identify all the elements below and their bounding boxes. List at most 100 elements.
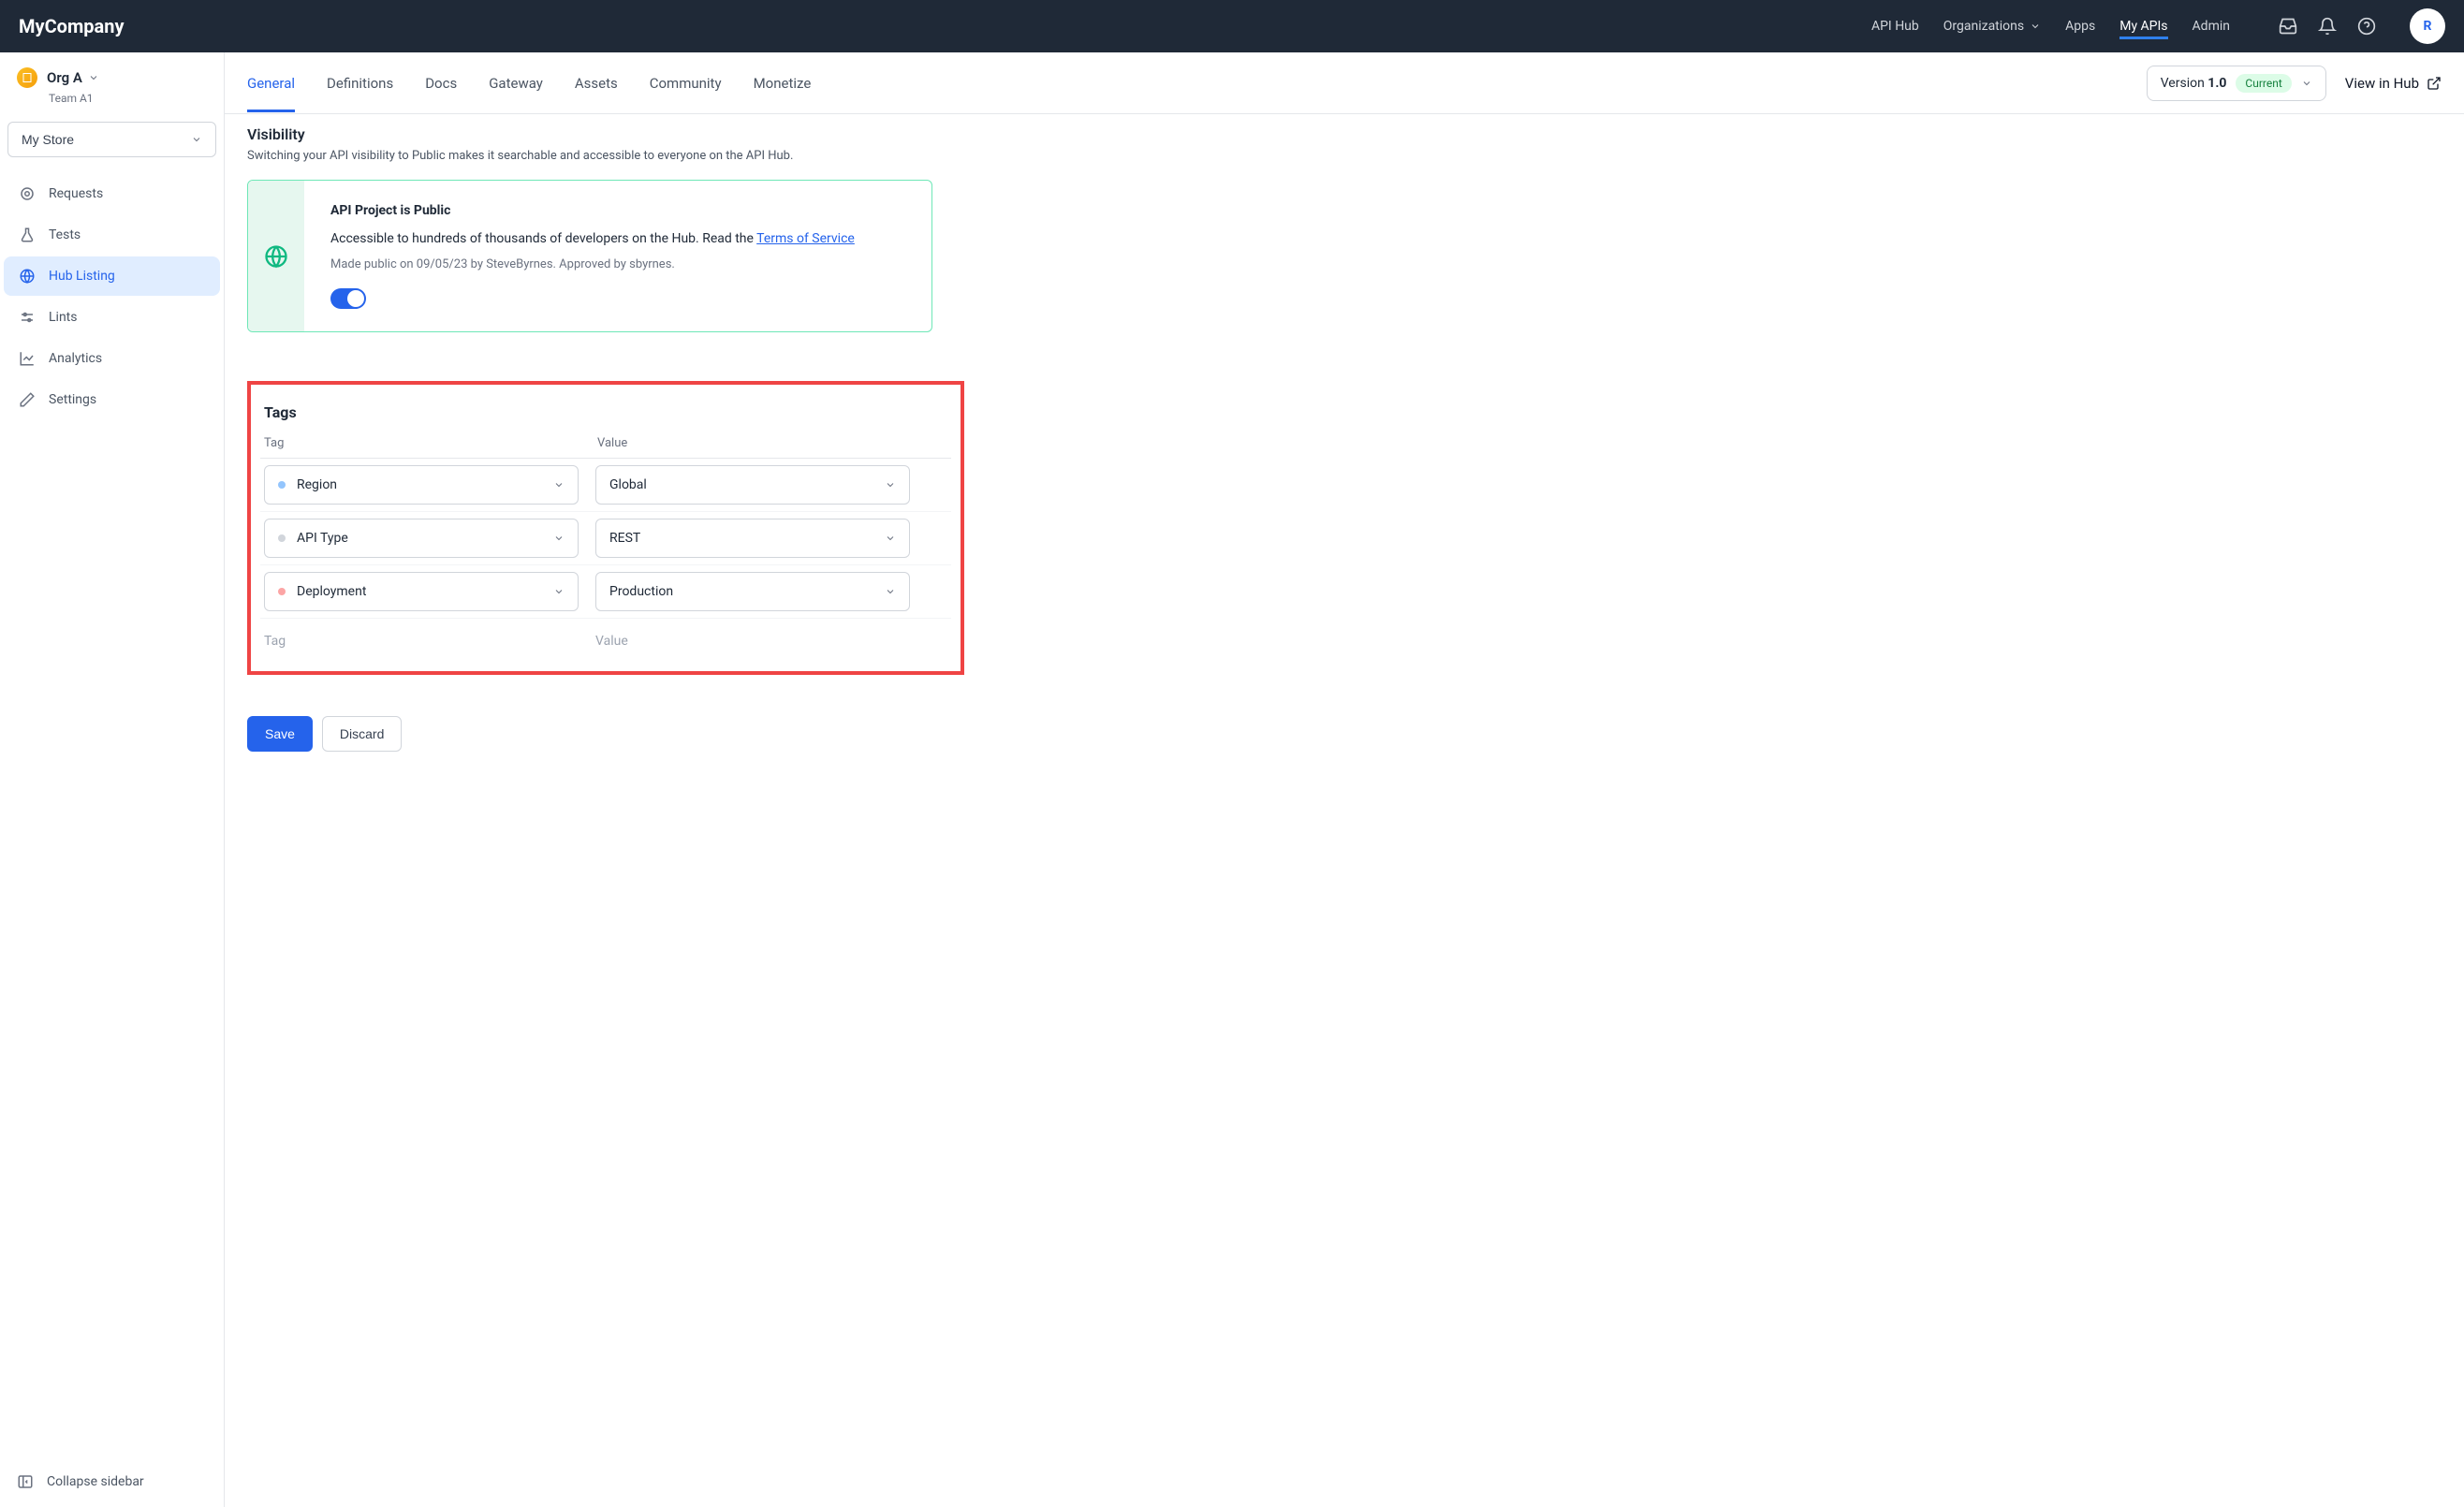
chevron-down-icon	[2030, 21, 2041, 32]
bell-icon[interactable]	[2318, 17, 2337, 36]
chevron-down-icon	[885, 586, 896, 597]
content: Visibility Switching your API visibility…	[225, 114, 2464, 697]
globe-icon	[263, 243, 289, 270]
sidebar-item-tests[interactable]: Tests	[4, 215, 220, 255]
tag-value-select[interactable]: Production	[595, 572, 910, 611]
visibility-card-title: API Project is Public	[330, 203, 855, 218]
subheader: General Definitions Docs Gateway Assets …	[225, 52, 2464, 114]
side-nav: Requests Tests Hub Listing Lints Analyti…	[0, 174, 224, 419]
version-prefix: Version	[2161, 76, 2208, 91]
store-dropdown[interactable]: My Store	[7, 122, 216, 157]
nav-my-apis[interactable]: My APIs	[2119, 13, 2167, 39]
nav-organizations[interactable]: Organizations	[1943, 13, 2041, 39]
topbar: MyCompany API Hub Organizations Apps My …	[0, 0, 2464, 52]
visibility-text-prefix: Accessible to hundreds of thousands of d…	[330, 231, 756, 246]
sidebar-item-label: Lints	[49, 310, 77, 325]
inbox-icon[interactable]	[2279, 17, 2297, 36]
store-selector: My Store	[4, 122, 220, 157]
pencil-icon	[19, 391, 36, 408]
sidebar: Org A Team A1 My Store Requests Tests Hu…	[0, 52, 225, 1507]
chevron-down-icon	[191, 134, 202, 145]
empty-tag-placeholder: Tag	[264, 634, 595, 649]
sidebar-item-label: Hub Listing	[49, 269, 115, 284]
sidebar-item-requests[interactable]: Requests	[4, 174, 220, 213]
sliders-icon	[19, 309, 36, 326]
save-button[interactable]: Save	[247, 716, 313, 752]
org-name-label: Org A	[47, 69, 82, 86]
tab-definitions[interactable]: Definitions	[327, 54, 393, 112]
chevron-down-icon	[885, 533, 896, 544]
target-icon	[19, 185, 36, 202]
tags-header-value: Value	[580, 436, 947, 450]
collapse-label: Collapse sidebar	[47, 1474, 144, 1489]
current-chip: Current	[2236, 74, 2291, 93]
org-avatar-icon	[17, 67, 37, 88]
chevron-down-icon	[553, 479, 565, 490]
discard-button[interactable]: Discard	[322, 716, 402, 752]
tag-color-dot	[278, 481, 286, 489]
public-toggle[interactable]	[330, 288, 366, 309]
sidebar-item-settings[interactable]: Settings	[4, 380, 220, 419]
tag-color-dot	[278, 588, 286, 595]
version-number: 1.0	[2207, 76, 2226, 91]
avatar[interactable]: R	[2410, 8, 2445, 44]
chevron-down-icon	[553, 586, 565, 597]
tag-value-label: REST	[609, 531, 640, 546]
org-switcher[interactable]: Org A	[0, 52, 224, 97]
sidebar-item-label: Analytics	[49, 351, 102, 366]
sidebar-item-lints[interactable]: Lints	[4, 298, 220, 337]
visibility-title: Visibility	[247, 125, 2442, 143]
nav-admin[interactable]: Admin	[2193, 13, 2230, 39]
tab-gateway[interactable]: Gateway	[489, 54, 543, 112]
view-in-hub-label: View in Hub	[2345, 75, 2419, 92]
tag-name-select[interactable]: Deployment	[264, 572, 579, 611]
chevron-down-icon	[88, 72, 99, 83]
sidebar-item-hub-listing[interactable]: Hub Listing	[4, 256, 220, 296]
tag-value-select[interactable]: Global	[595, 465, 910, 505]
collapse-icon	[17, 1473, 34, 1490]
nav-apps[interactable]: Apps	[2065, 13, 2095, 39]
terms-of-service-link[interactable]: Terms of Service	[756, 231, 855, 246]
version-label: Version 1.0	[2161, 76, 2227, 91]
nav-api-hub[interactable]: API Hub	[1871, 13, 1919, 39]
sidebar-item-analytics[interactable]: Analytics	[4, 339, 220, 378]
visibility-body: API Project is Public Accessible to hund…	[304, 181, 881, 331]
tags-title: Tags	[260, 398, 951, 436]
tag-color-dot	[278, 534, 286, 542]
globe-icon	[19, 268, 36, 285]
top-icons	[2279, 17, 2376, 36]
tab-monetize[interactable]: Monetize	[754, 54, 812, 112]
top-nav: API Hub Organizations Apps My APIs Admin…	[1871, 8, 2445, 44]
tag-row: Region Global	[260, 459, 951, 512]
footer-buttons: Save Discard	[225, 697, 2464, 770]
tab-general[interactable]: General	[247, 54, 295, 112]
tag-name-select[interactable]: Region	[264, 465, 579, 505]
visibility-desc: Switching your API visibility to Public …	[247, 149, 2442, 163]
tag-empty-row[interactable]: Tag Value	[260, 619, 951, 654]
store-dropdown-label: My Store	[22, 132, 74, 147]
sidebar-item-label: Settings	[49, 392, 96, 407]
help-icon[interactable]	[2357, 17, 2376, 36]
version-selector[interactable]: Version 1.0 Current	[2147, 66, 2326, 101]
tag-name-label: Deployment	[297, 584, 366, 599]
tab-docs[interactable]: Docs	[425, 54, 457, 112]
brand-logo: MyCompany	[19, 15, 125, 37]
tags-header: Tag Value	[260, 436, 951, 459]
collapse-sidebar[interactable]: Collapse sidebar	[0, 1456, 224, 1507]
external-link-icon	[2427, 76, 2442, 91]
tag-value-select[interactable]: REST	[595, 519, 910, 558]
view-in-hub-link[interactable]: View in Hub	[2345, 75, 2442, 92]
tag-value-label: Production	[609, 584, 673, 599]
tag-name-select[interactable]: API Type	[264, 519, 579, 558]
empty-value-placeholder: Value	[595, 634, 628, 649]
tab-community[interactable]: Community	[650, 54, 722, 112]
tags-header-tag: Tag	[264, 436, 580, 450]
subheader-right: Version 1.0 Current View in Hub	[2147, 66, 2442, 101]
nav-organizations-label: Organizations	[1943, 19, 2024, 34]
flask-icon	[19, 227, 36, 243]
tag-value-label: Global	[609, 477, 647, 492]
tag-name-label: API Type	[297, 531, 348, 546]
main: General Definitions Docs Gateway Assets …	[225, 52, 2464, 1507]
chevron-down-icon	[553, 533, 565, 544]
tab-assets[interactable]: Assets	[575, 54, 618, 112]
